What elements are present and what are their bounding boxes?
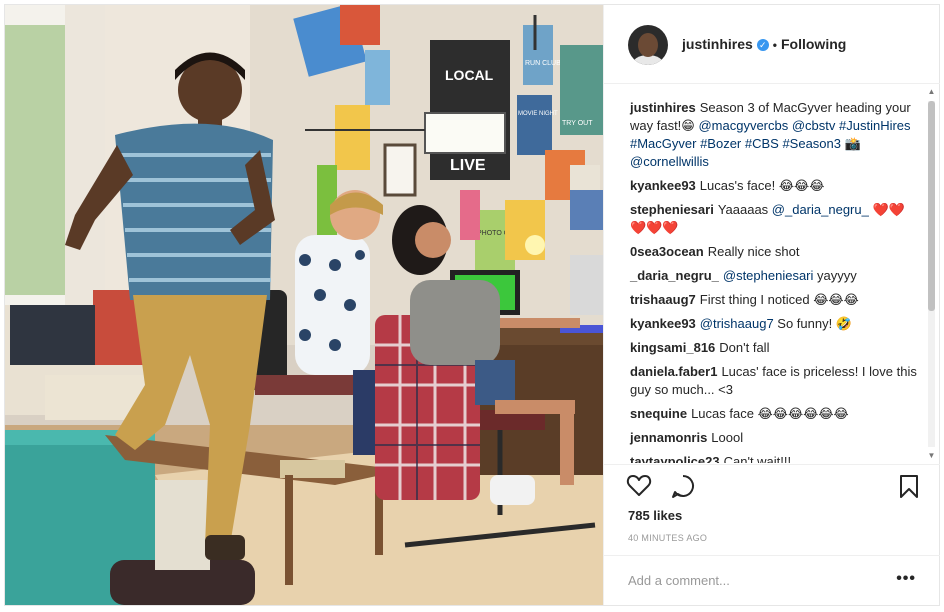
comment-username[interactable]: stepheniesari [630,202,714,217]
comment-mention[interactable]: @stepheniesari [723,268,814,283]
poster-run: RUN CLUB [525,60,561,67]
avatar[interactable] [628,25,668,65]
comment: kyankee93 Lucas's face! 😂😂😂 [630,177,920,195]
comments-list[interactable]: justinhires Season 3 of MacGyver heading … [604,85,940,463]
comment-username[interactable]: kyankee93 [630,316,696,331]
scrollbar-thumb[interactable] [928,101,935,311]
comment-text: Don't fall [719,340,770,355]
header-line: justinhires ✓ • Following [682,36,846,52]
comment-username[interactable]: kyankee93 [630,178,696,193]
more-options-icon[interactable]: ••• [896,570,916,588]
heart-icon[interactable] [626,473,652,499]
separator-dot: • [772,38,777,52]
comment-username[interactable]: _daria_negru_ [630,268,719,283]
verified-icon: ✓ [756,39,769,52]
poster-try: TRY OUT [562,120,593,127]
comment: daniela.faber1 Lucas' face is priceless! … [630,363,920,399]
comment-username[interactable]: trishaaug7 [630,292,696,307]
comment: kingsami_816 Don't fall [630,339,920,357]
add-comment-input[interactable] [628,570,878,590]
caption-username[interactable]: justinhires [630,100,696,115]
likes-count[interactable]: 785 likes [628,508,682,523]
comment-mention[interactable]: @_daria_negru_ [772,202,869,217]
poster-local: LOCAL [445,67,494,83]
comment: trishaaug7 First thing I noticed 😂😂😂 [630,291,920,309]
comment: 0sea3ocean Really nice shot [630,243,920,261]
following-button[interactable]: Following [781,36,846,52]
add-comment-area: ••• [604,555,940,605]
comment: taytaypolice23 Can't wait!!! [630,453,920,463]
instagram-post: LOCAL LIVE RUN CLUB TRY OUT MOVIE NIGHT … [4,4,940,606]
comment-icon[interactable] [670,473,696,499]
post-photo[interactable]: LOCAL LIVE RUN CLUB TRY OUT MOVIE NIGHT … [5,5,603,605]
comment-text: Lucas's face! 😂😂😂 [699,178,825,193]
post-sidebar: justinhires ✓ • Following justinhires Season… [603,5,940,605]
comment-text-after: yayyyy [813,268,857,283]
comment: stepheniesari Yaaaaas @_daria_negru_ ❤️❤️… [630,201,920,237]
comment: snequine Lucas face 😂😂😂😂😂😂 [630,405,920,423]
comment-text: Can't wait!!! [723,454,792,463]
username-link[interactable]: justinhires [682,36,753,52]
post-header: justinhires ✓ • Following [604,5,940,84]
bookmark-icon[interactable] [896,473,922,499]
comment-username[interactable]: snequine [630,406,687,421]
comment-username[interactable]: 0sea3ocean [630,244,704,259]
action-bar [604,464,940,508]
comment-text: Loool [711,430,744,445]
comment-username[interactable]: kingsami_816 [630,340,715,355]
comment-text: Really nice shot [707,244,800,259]
comment-username[interactable]: taytaypolice23 [630,454,720,463]
photo-scene: LOCAL LIVE RUN CLUB TRY OUT MOVIE NIGHT … [5,5,603,605]
comment-username[interactable]: jennamonris [630,430,707,445]
comment: kyankee93 @trishaaug7 So funny! 🤣 [630,315,920,333]
poster-movie: MOVIE NIGHT [518,111,558,117]
comment-text: Yaaaaas [717,202,772,217]
comment-text: Lucas face 😂😂😂😂😂😂 [691,406,849,421]
scroll-up-arrow-icon[interactable]: ▲ [926,87,937,97]
comment: _daria_negru_ @stepheniesari yayyyy [630,267,920,285]
comment-mention[interactable]: @trishaaug7 [700,316,774,331]
comment-text-after: So funny! 🤣 [773,316,853,331]
comment-text: First thing I noticed 😂😂😂 [699,292,859,307]
scroll-down-arrow-icon[interactable]: ▼ [926,451,937,461]
comment-username[interactable]: daniela.faber1 [630,364,717,379]
scrollbar-track[interactable] [928,101,935,447]
post-time[interactable]: 40 MINUTES AGO [628,533,707,543]
poster-live: LIVE [450,157,486,174]
caption: justinhires Season 3 of MacGyver heading … [630,99,920,171]
comments-scrollbar[interactable]: ▲ ▼ [926,87,937,461]
comment: jennamonris Loool [630,429,920,447]
